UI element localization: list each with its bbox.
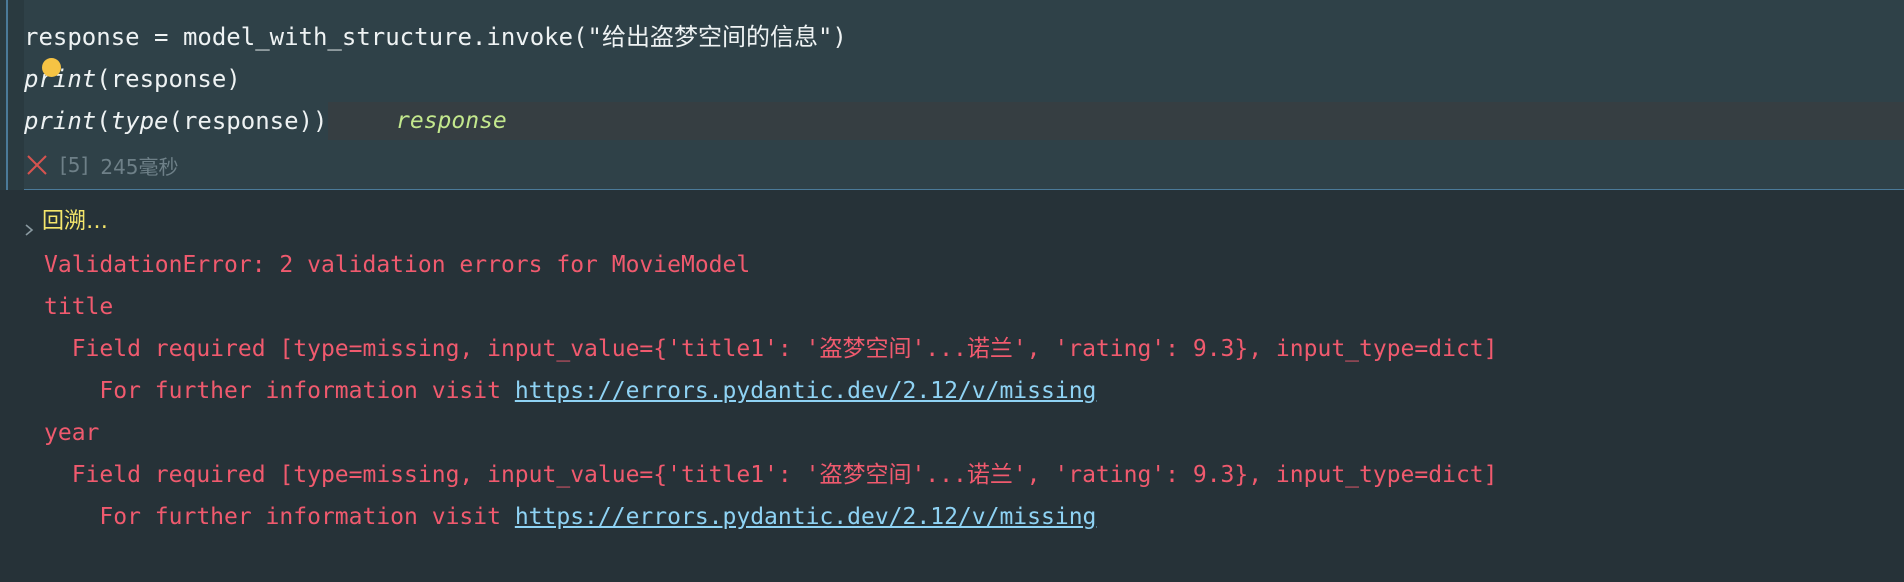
error-docs-link[interactable]: https://errors.pydantic.dev/2.12/v/missi… (515, 378, 1097, 404)
error-docs-link[interactable]: https://errors.pydantic.dev/2.12/v/missi… (515, 504, 1097, 530)
cell-status: [5] 245毫秒 (26, 150, 179, 180)
chevron-right-icon (22, 215, 36, 236)
print-args: (response) (96, 65, 241, 93)
traceback-toggle[interactable]: 回溯… (22, 205, 108, 239)
error-detail: Field required [type=missing, input_valu… (44, 462, 1498, 488)
code-cell[interactable]: response = model_with_structure.invoke("… (0, 0, 1904, 190)
print-function: print (24, 107, 97, 135)
breakpoint-indicator[interactable] (42, 58, 61, 77)
code-line-3[interactable]: print(type(response)) (24, 104, 327, 138)
traceback-label: 回溯… (42, 209, 109, 234)
inline-variable-hint: response (396, 108, 507, 134)
cell-focus-bar (6, 0, 8, 190)
cell-gutter (0, 0, 24, 190)
info-text: For further information visit (44, 378, 515, 404)
cell-output: 回溯… ValidationError: 2 validation errors… (0, 190, 1904, 582)
info-text: For further information visit (44, 504, 515, 530)
error-detail: Field required [type=missing, input_valu… (44, 336, 1498, 362)
error-info-line: For further information visit https://er… (44, 374, 1096, 408)
execution-count: [5] (60, 153, 89, 177)
paren-open: ( (96, 107, 111, 135)
notebook-view: response = model_with_structure.invoke("… (0, 0, 1904, 582)
error-field-year: year (44, 420, 100, 446)
code-line-1[interactable]: response = model_with_structure.invoke("… (24, 20, 847, 54)
error-field-title: title (44, 294, 114, 320)
current-line-highlight (328, 102, 1904, 140)
execution-duration: 245毫秒 (100, 154, 179, 179)
close-icon (26, 154, 48, 176)
type-args: (response)) (168, 107, 328, 135)
error-info-line: For further information visit https://er… (44, 500, 1096, 534)
type-function: type (110, 107, 169, 135)
error-header: ValidationError: 2 validation errors for… (44, 252, 751, 278)
